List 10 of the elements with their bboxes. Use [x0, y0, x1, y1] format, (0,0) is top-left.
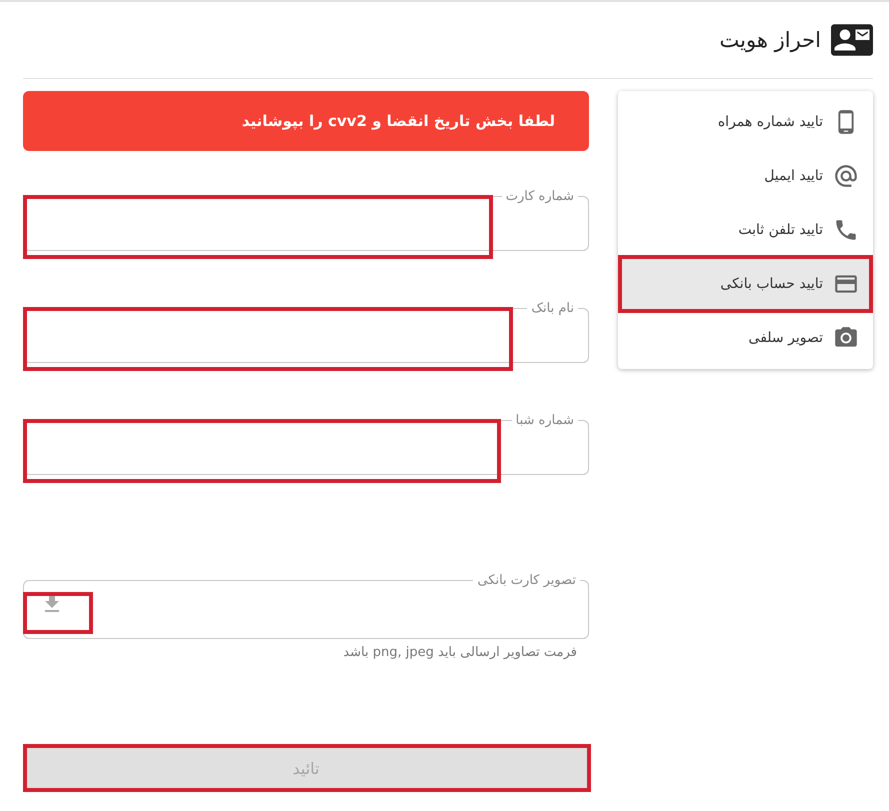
- page-title: احراز هویت: [720, 28, 821, 52]
- at-sign-icon: [833, 163, 859, 189]
- menu-item[interactable]: تایید تلفن ثابت: [618, 203, 873, 257]
- menu-item[interactable]: تصویر سلفی: [618, 311, 873, 365]
- menu-item[interactable]: تایید شماره همراه: [618, 95, 873, 149]
- menu-item[interactable]: تایید حساب بانکی: [618, 257, 873, 311]
- menu-item[interactable]: تایید ایمیل: [618, 149, 873, 203]
- warning-banner: لطفا بخش تاریخ انقضا و cvv2 را بپوشانید: [23, 91, 589, 151]
- upload-field[interactable]: تصویر کارت بانکی: [23, 573, 589, 639]
- format-hint: فرمت تصاویر ارسالی باید png, jpeg باشد: [342, 644, 578, 660]
